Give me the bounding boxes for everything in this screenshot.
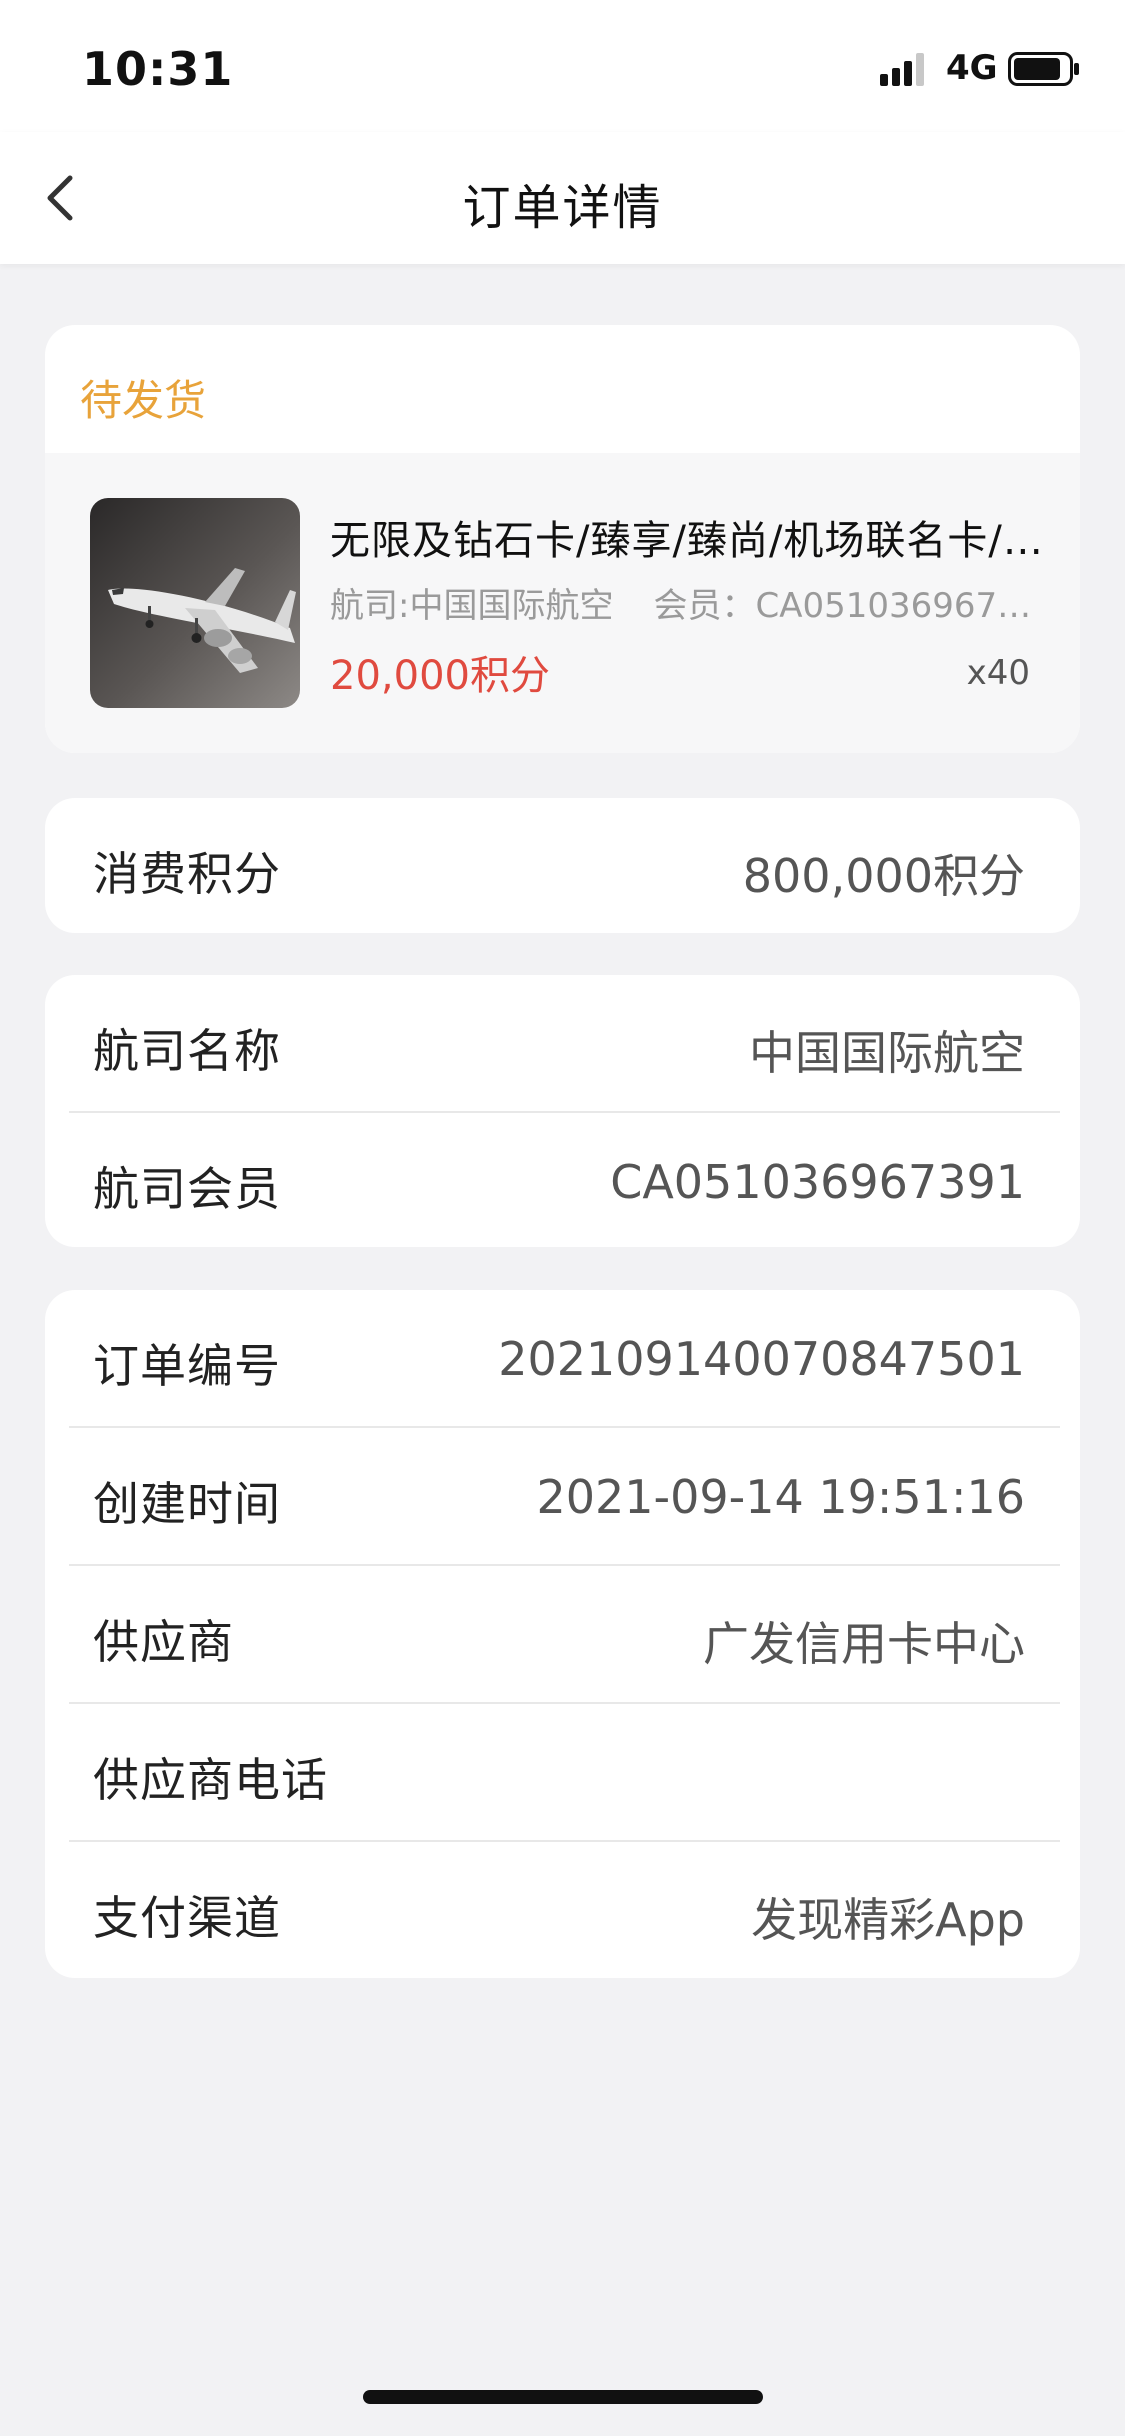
airline-info-card: 航司名称 中国国际航空 航司会员 CA051036967391 [45,975,1080,1247]
payment-channel-label: 支付渠道 [93,1891,281,1945]
points-card: 消费积分 800,000积分 [45,798,1080,933]
battery-icon [1008,52,1079,86]
supplier-phone-row[interactable]: 供应商电话 [45,1704,1080,1842]
payment-channel-row: 支付渠道 发现精彩App [45,1842,1080,1978]
points-label: 消费积分 [93,847,281,901]
order-status-badge: 待发货 [80,376,207,425]
airline-member-label: 航司会员 [93,1162,281,1216]
home-indicator[interactable] [363,2390,763,2404]
product-name: 无限及钻石卡/臻享/臻尚/机场联名卡/… [330,518,1044,564]
product-image [90,498,300,708]
order-product-card: 待发货 无限及钻石卡/臻享/臻尚/机场联名卡/… 航司:中国国际航空 会员：CA… [45,325,1080,753]
product-member: 会员：CA051036967391 [653,586,1050,626]
supplier-value: 广发信用卡中心 [703,1617,1025,1671]
order-number-row: 订单编号 202109140070847501 [45,1290,1080,1428]
page-title: 订单详情 [462,180,663,236]
status-bar: 10:31 4G [0,0,1125,132]
supplier-row: 供应商 广发信用卡中心 [45,1566,1080,1704]
supplier-label: 供应商 [93,1615,234,1669]
created-time-row: 创建时间 2021-09-14 19:51:16 [45,1428,1080,1566]
signal-bars-icon [880,53,924,86]
points-row: 消费积分 800,000积分 [45,798,1080,933]
network-type: 4G [946,48,998,88]
created-time-label: 创建时间 [93,1477,281,1531]
status-time: 10:31 [82,42,234,96]
points-value: 800,000积分 [742,849,1025,903]
product-price: 20,000积分 [330,653,550,699]
product-meta: 航司:中国国际航空 会员：CA051036967391 [330,578,1050,627]
airplane-image [90,498,300,708]
navigation-bar: 订单详情 [0,132,1125,264]
payment-channel-value: 发现精彩App [751,1893,1025,1947]
airline-name-value: 中国国际航空 [749,1026,1025,1080]
product-item[interactable]: 无限及钻石卡/臻享/臻尚/机场联名卡/… 航司:中国国际航空 会员：CA05103… [45,453,1080,753]
product-quantity: x40 [966,653,1030,693]
order-number-label: 订单编号 [93,1339,281,1393]
order-number-value: 202109140070847501 [498,1332,1025,1386]
airline-member-row: 航司会员 CA051036967391 [45,1113,1080,1247]
product-airline: 航司:中国国际航空 [330,586,614,626]
created-time-value: 2021-09-14 19:51:16 [536,1470,1025,1524]
order-info-card: 订单编号 202109140070847501 创建时间 2021-09-14 … [45,1290,1080,1978]
airline-name-row: 航司名称 中国国际航空 [45,975,1080,1113]
airline-name-label: 航司名称 [93,1024,281,1078]
supplier-phone-label: 供应商电话 [93,1753,328,1807]
airline-member-value: CA051036967391 [610,1155,1025,1209]
